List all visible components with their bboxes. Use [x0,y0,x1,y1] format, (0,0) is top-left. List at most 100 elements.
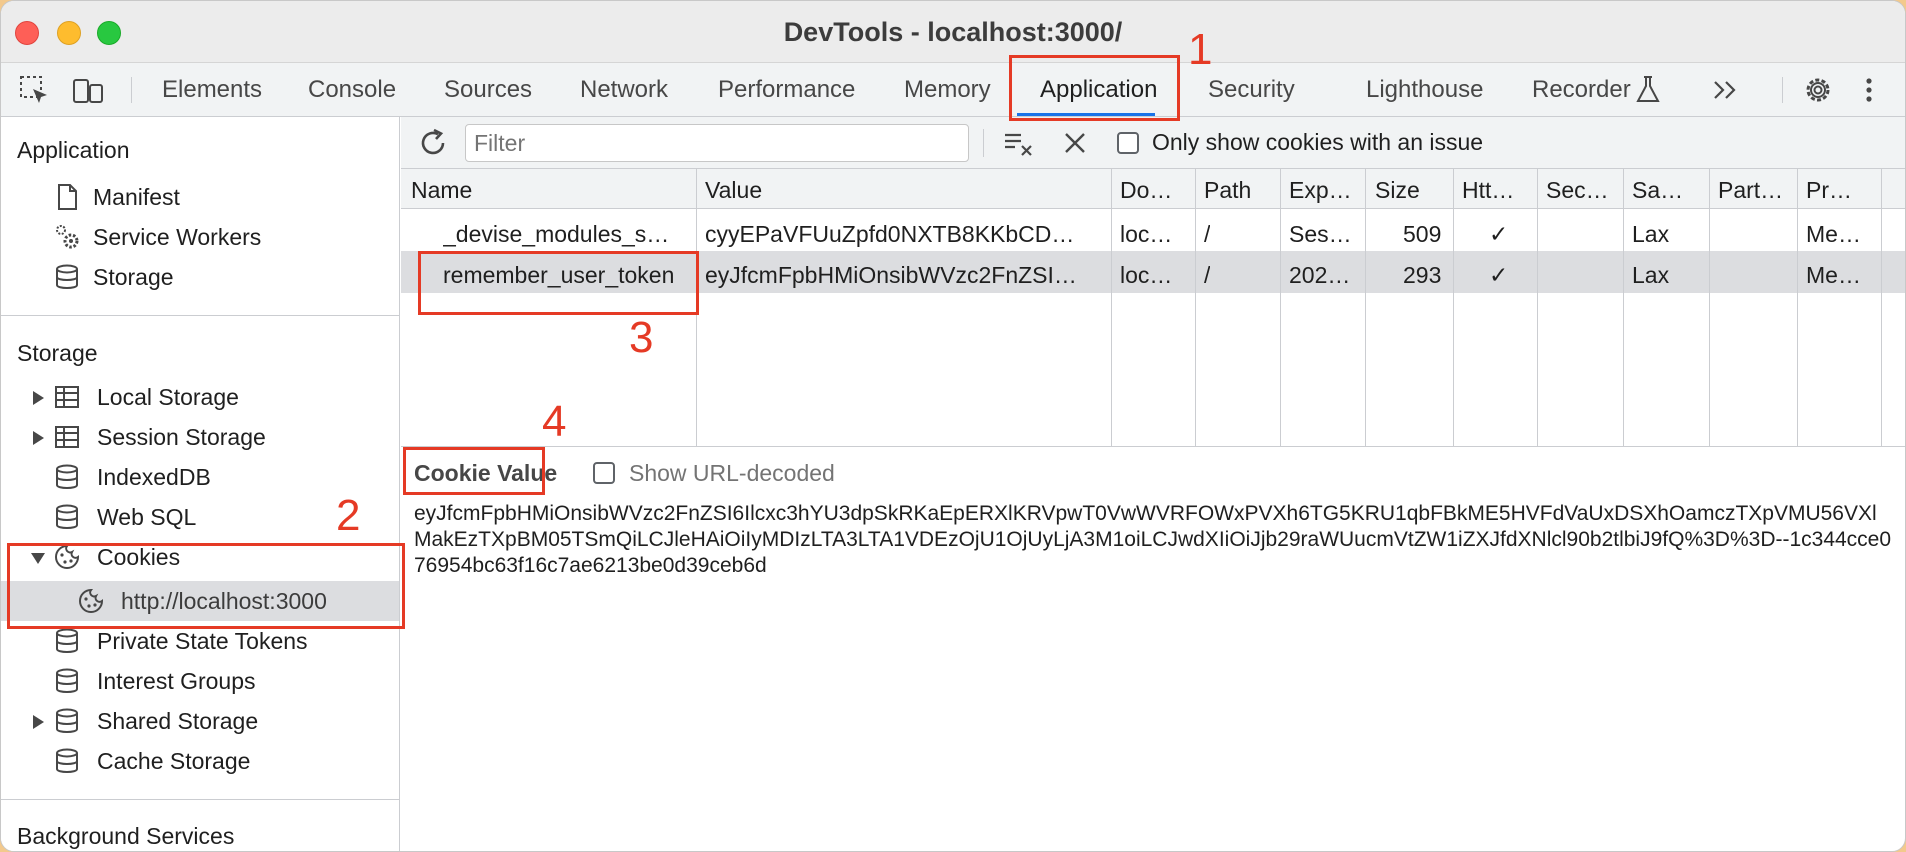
table-row-cell-priority[interactable]: Me… [1806,221,1861,248]
delete-selected-cookie-icon[interactable] [1063,131,1087,155]
column-header-size[interactable]: Size [1375,177,1420,204]
table-row-cell-value[interactable]: eyJfcmFpbHMiOnsibWVzc2FnZSI… [705,262,1107,289]
table-row-cell-value[interactable]: cyyEPaVFUuZpfd0NXTB8KKbCD… [705,221,1107,248]
tab-network[interactable]: Network [580,63,668,117]
tab-sources[interactable]: Sources [444,63,532,117]
column-header-partition-key[interactable]: Part… [1718,177,1783,204]
column-divider [1797,169,1798,447]
expand-arrow-icon[interactable] [33,391,44,405]
device-toolbar-icon[interactable] [71,73,105,107]
table-icon [55,386,79,408]
table-row-cell-samesite[interactable]: Lax [1632,262,1669,289]
filter-input[interactable] [465,124,969,162]
table-row-cell-priority[interactable]: Me… [1806,262,1861,289]
annotation-box-cookies [7,543,405,629]
tab-lighthouse[interactable]: Lighthouse [1366,63,1483,117]
sidebar-item-cache-storage[interactable]: Cache Storage [1,741,399,781]
devtools-window: DevTools - localhost:3000/ Elements Cons… [0,0,1906,852]
more-tabs-chevron-icon[interactable] [1711,73,1741,107]
column-header-path[interactable]: Path [1204,177,1251,204]
sidebar-divider [1,315,399,316]
table-row-cell-expires[interactable]: Ses… [1289,221,1352,248]
database-icon [56,668,78,693]
sidebar-item-label: Session Storage [97,424,266,450]
table-row-cell-expires[interactable]: 202… [1289,262,1350,289]
sidebar-item-local-storage[interactable]: Local Storage [1,377,399,417]
sidebar-item-shared-storage[interactable]: Shared Storage [1,701,399,741]
table-row-cell-path[interactable]: / [1204,262,1210,289]
tab-elements[interactable]: Elements [162,63,262,117]
table-row-cell-domain[interactable]: loc… [1120,221,1172,248]
annotation-number: 1 [1188,25,1213,74]
tab-console[interactable]: Console [308,63,396,117]
sidebar-item-label: Storage [93,264,174,290]
database-icon [56,504,78,529]
toolbar-divider [131,77,132,103]
tab-recorder[interactable]: Recorder [1532,63,1631,117]
document-icon [58,184,77,210]
sidebar-divider [1,799,399,800]
column-header-samesite[interactable]: Sa… [1632,177,1683,204]
column-divider [1881,169,1882,447]
database-icon [56,464,78,489]
sidebar-item-label: Service Workers [93,224,262,250]
database-icon [56,708,78,733]
sidebar-item-label: Cache Storage [97,748,251,774]
tab-memory[interactable]: Memory [904,63,991,117]
table-row-cell-size[interactable]: 293 [1403,262,1441,289]
column-divider [1111,169,1112,447]
sidebar-item-service-workers[interactable]: Service Workers [53,217,393,257]
annotation-number: 4 [542,397,567,446]
cookies-toolbar: Only show cookies with an issue [401,117,1905,169]
storage-section-header: Storage [17,340,98,366]
tab-security[interactable]: Security [1208,63,1295,117]
panel-tab-bar: Elements Console Sources Network Perform… [1,63,1905,117]
clear-filtered-cookies-icon[interactable] [1003,129,1035,157]
sidebar-item-label: Local Storage [97,384,239,410]
gears-icon [56,225,79,249]
settings-gear-icon[interactable] [1801,73,1835,107]
column-header-priority[interactable]: Pr… [1806,177,1852,204]
table-row-cell-httponly[interactable]: ✓ [1489,262,1508,289]
column-header-value[interactable]: Value [705,177,762,204]
expand-arrow-icon[interactable] [33,715,44,729]
column-header-name[interactable]: Name [411,177,472,204]
sidebar-item-manifest[interactable]: Manifest [53,177,393,217]
toolbar-divider [983,129,984,157]
sidebar-item-label: Manifest [93,184,180,210]
toolbar-divider [1782,77,1783,103]
expand-arrow-icon[interactable] [33,431,44,445]
table-row-cell-domain[interactable]: loc… [1120,262,1172,289]
column-divider [1280,169,1281,447]
column-divider [1709,169,1710,447]
column-divider [1365,169,1366,447]
sidebar-item-label: Interest Groups [97,668,256,694]
table-row-cell-samesite[interactable]: Lax [1632,221,1669,248]
background-services-header: Background Services [17,823,235,849]
table-row-cell-name[interactable]: _devise_modules_s… [443,221,693,248]
table-row-cell-httponly[interactable]: ✓ [1489,221,1508,248]
cookie-value-text[interactable]: eyJfcmFpbHMiOnsibWVzc2FnZSI6Ilcxc3hYU3dp… [414,501,1894,579]
sidebar-item-interest-groups[interactable]: Interest Groups [1,661,399,701]
column-divider [1195,169,1196,447]
only-issues-checkbox[interactable] [1117,132,1139,154]
table-row-cell-path[interactable]: / [1204,221,1210,248]
tab-performance[interactable]: Performance [718,63,855,117]
refresh-icon[interactable] [417,127,449,159]
column-header-domain[interactable]: Do… [1120,177,1172,204]
inspect-element-icon[interactable] [17,73,51,107]
table-icon [55,426,79,448]
title-bar: DevTools - localhost:3000/ [1,1,1905,63]
table-row-cell-size[interactable]: 509 [1403,221,1441,248]
database-icon [56,264,78,289]
annotation-box-application-tab [1009,55,1180,121]
annotation-number: 2 [336,491,361,540]
show-url-decoded-checkbox[interactable] [593,462,615,484]
sidebar-item-label: Shared Storage [97,708,259,734]
column-header-secure[interactable]: Sec… [1546,177,1609,204]
sidebar-item-session-storage[interactable]: Session Storage [1,417,399,457]
column-header-expires[interactable]: Exp… [1289,177,1352,204]
column-header-httponly[interactable]: Htt… [1462,177,1514,204]
sidebar-item-storage[interactable]: Storage [53,257,393,297]
kebab-menu-icon[interactable] [1859,73,1879,107]
